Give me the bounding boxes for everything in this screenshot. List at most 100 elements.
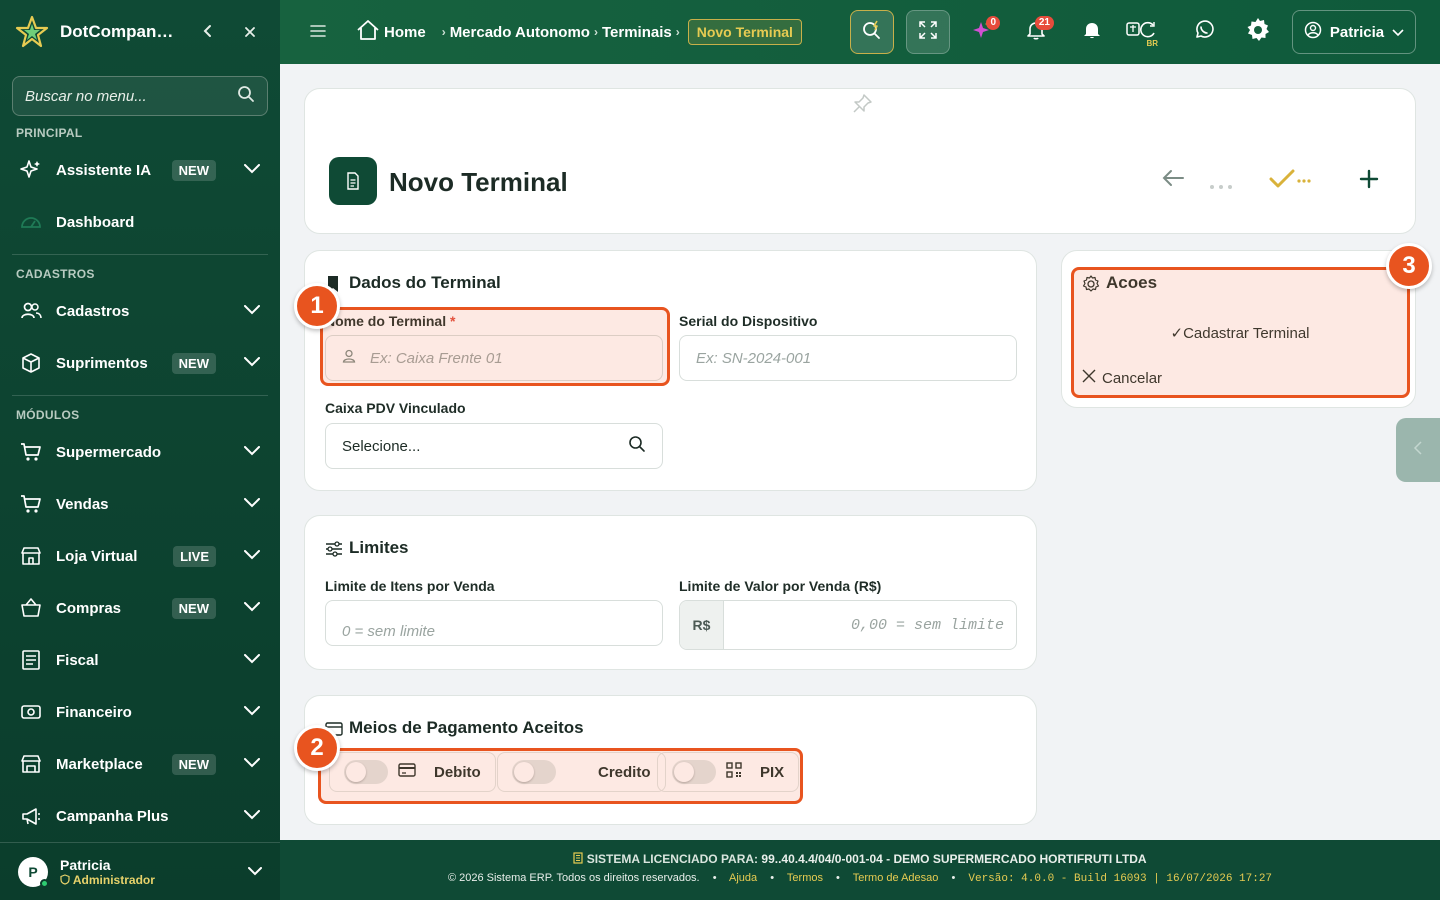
menu-search-input[interactable] — [25, 87, 237, 105]
toggle-label: Debito — [434, 763, 481, 781]
pagamento-card: Meios de Pagamento Aceitos Debito Credit… — [304, 695, 1037, 825]
sidebar-item-supermercado[interactable]: Supermercado — [0, 426, 280, 478]
online-status-dot — [40, 878, 49, 888]
chevron-down-icon — [244, 807, 260, 825]
toggle-debito[interactable]: Debito — [329, 752, 496, 792]
footer-links: © 2026 Sistema ERP. Todos os direitos re… — [280, 872, 1440, 885]
breadcrumb-home[interactable]: Home — [384, 24, 426, 41]
more-dots-icon[interactable] — [1209, 177, 1233, 195]
sidebar-item-loja-virtual[interactable]: Loja Virtual LIVE — [0, 530, 280, 582]
footer-link-termo-adesao[interactable]: Termo de Adesao — [853, 872, 939, 884]
sidebar-item-cadastros[interactable]: Cadastros — [0, 285, 280, 337]
ai-button[interactable]: 0 — [960, 10, 1004, 54]
footer-link-ajuda[interactable]: Ajuda — [729, 872, 757, 884]
sidebar-item-campanha-plus[interactable]: Campanha Plus — [0, 790, 280, 842]
language-button[interactable]: BR — [1120, 10, 1164, 54]
hamburger-menu-icon[interactable] — [310, 21, 342, 44]
sidebar-item-suprimentos[interactable]: Suprimentos NEW — [0, 337, 280, 389]
sidebar-item-fiscal[interactable]: Fiscal — [0, 634, 280, 686]
cart-icon — [20, 441, 42, 463]
ai-count-badge: 0 — [986, 16, 1000, 30]
breadcrumb-separator-icon: › — [593, 25, 598, 39]
credito-switch[interactable] — [512, 760, 556, 784]
collapse-chevron-icon[interactable] — [192, 22, 224, 43]
add-plus-icon[interactable] — [1359, 169, 1379, 194]
footer-link-termos[interactable]: Termos — [787, 872, 823, 884]
card-icon — [398, 763, 416, 781]
sidebar-item-label: Supermercado — [56, 443, 162, 461]
notifications-button[interactable]: 21 — [1014, 10, 1058, 54]
home-icon[interactable] — [356, 19, 380, 45]
toggle-credito[interactable]: Credito — [497, 752, 666, 792]
pin-icon[interactable] — [851, 93, 873, 120]
side-panel-toggle[interactable] — [1396, 418, 1440, 482]
copyright: © 2026 Sistema ERP. Todos os direitos re… — [447, 872, 700, 884]
search-bolt-icon — [861, 19, 883, 46]
breadcrumb-mercado[interactable]: Mercado Autonomo — [450, 24, 590, 41]
qr-icon — [726, 762, 742, 782]
debito-switch[interactable] — [344, 760, 388, 784]
search-icon[interactable] — [628, 435, 646, 458]
caixa-pdv-input[interactable] — [342, 437, 628, 455]
separator: • — [712, 872, 717, 884]
settings-button[interactable] — [1236, 10, 1280, 54]
gauge-icon — [20, 211, 42, 233]
limite-valor-label: Limite de Valor por Venda (R$) — [679, 578, 882, 594]
serial-input[interactable] — [696, 349, 1000, 367]
fullscreen-button[interactable] — [906, 10, 950, 54]
section-title: Dados do Terminal — [349, 273, 501, 292]
limite-itens-label: Limite de Itens por Venda — [325, 578, 495, 594]
required-marker: * — [449, 313, 456, 329]
sidebar-item-vendas[interactable]: Vendas — [0, 478, 280, 530]
breadcrumb-terminais[interactable]: Terminais — [602, 24, 672, 41]
alerts-button[interactable] — [1070, 10, 1114, 54]
toggle-pix[interactable]: PIX — [657, 752, 800, 792]
whatsapp-button[interactable] — [1182, 10, 1226, 54]
back-arrow-icon[interactable] — [1161, 169, 1185, 192]
sidebar-item-compras[interactable]: Compras NEW — [0, 582, 280, 634]
sidebar-item-label: Loja Virtual — [56, 547, 138, 565]
limite-valor-field: R$ — [679, 600, 1017, 650]
chevron-down-icon — [244, 651, 260, 669]
cancelar-button[interactable]: Cancelar — [1082, 363, 1162, 393]
annotation-badge-1: 1 — [294, 283, 340, 329]
quick-search-button[interactable] — [850, 10, 894, 54]
user-menu-button[interactable]: Patricia — [1292, 10, 1416, 54]
sidebar-item-label: Fiscal — [56, 651, 99, 669]
breadcrumb: Home › Mercado Autonomo › Terminais › No… — [356, 19, 802, 45]
cart-plus-icon — [20, 493, 42, 515]
close-icon[interactable] — [234, 22, 266, 43]
caixa-pdv-select[interactable] — [325, 423, 663, 469]
save-check-icon[interactable] — [1269, 169, 1313, 194]
pix-switch[interactable] — [672, 760, 716, 784]
sliders-icon — [325, 541, 343, 562]
store-icon — [20, 545, 42, 567]
section-cadastros: CADASTROS — [16, 267, 95, 281]
search-icon[interactable] — [237, 85, 255, 108]
page-header-card: Novo Terminal — [304, 88, 1416, 234]
sidebar-item-label: Cadastros — [56, 302, 130, 320]
sidebar-item-financeiro[interactable]: Financeiro — [0, 686, 280, 738]
limite-valor-input[interactable] — [724, 616, 1016, 634]
building-icon — [573, 852, 583, 866]
license-label: SISTEMA LICENCIADO PARA: — [586, 852, 759, 866]
brand-name: DotCompan… — [60, 22, 174, 41]
users-icon — [20, 300, 42, 322]
cadastrar-terminal-button[interactable]: ✓Cadastrar Terminal — [1082, 315, 1398, 351]
sidebar-item-dashboard[interactable]: Dashboard — [0, 196, 280, 248]
user-role: Administrador — [60, 873, 236, 887]
user-role-label: Administrador — [72, 872, 155, 887]
sidebar-item-assistente-ia[interactable]: Assistente IA NEW — [0, 144, 280, 196]
sidebar-item-marketplace[interactable]: Marketplace NEW — [0, 738, 280, 790]
expand-icon — [919, 20, 937, 44]
annotation-badge-3: 3 — [1386, 243, 1432, 289]
chevron-down-icon — [244, 703, 260, 721]
nome-terminal-input[interactable] — [370, 349, 646, 367]
user-name: Patricia — [60, 856, 111, 873]
shop-icon — [20, 753, 42, 775]
separator: • — [951, 872, 956, 884]
limite-itens-input[interactable] — [342, 622, 646, 640]
chevron-left-icon — [1413, 440, 1423, 460]
sidebar-user[interactable]: P Patricia Administrador — [0, 842, 280, 900]
divider — [12, 395, 268, 396]
